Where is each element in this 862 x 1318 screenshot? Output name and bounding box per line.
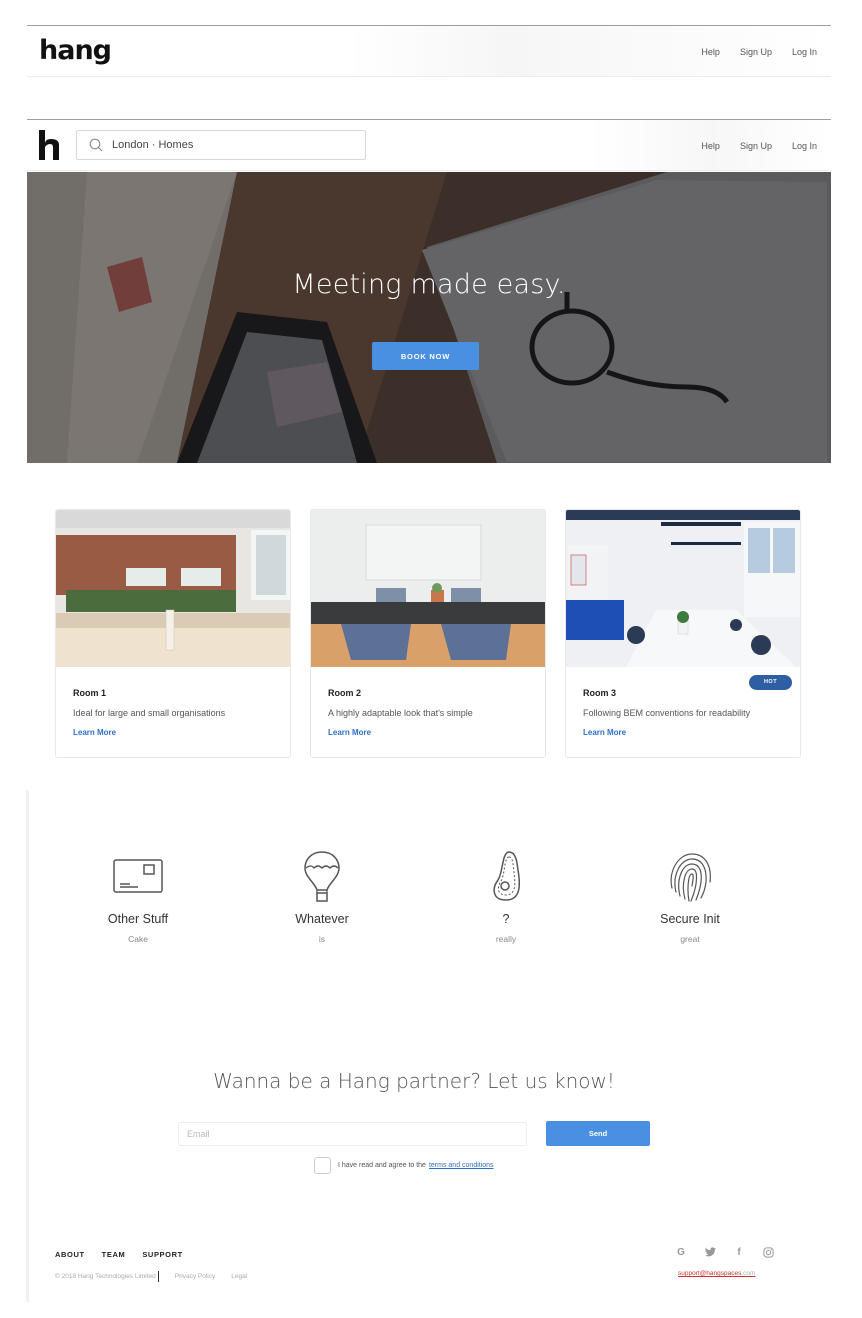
room-description: A highly adaptable look that's simple bbox=[328, 708, 473, 718]
feature-subtitle: is bbox=[318, 934, 326, 944]
book-now-button[interactable]: BOOK NOW bbox=[372, 342, 479, 370]
legal-link[interactable]: Legal bbox=[231, 1273, 247, 1280]
feature-title: Whatever bbox=[295, 912, 349, 926]
search-box[interactable] bbox=[76, 130, 366, 160]
hero-banner: Meeting made easy. BOOK NOW bbox=[27, 172, 831, 463]
hang-logo-mark[interactable] bbox=[39, 130, 61, 160]
footer-team-link[interactable]: TEAM bbox=[102, 1250, 126, 1259]
feature-item: Other Stuff Cake bbox=[58, 848, 218, 944]
hero-title: Meeting made easy. bbox=[292, 269, 566, 300]
svg-text:hang: hang bbox=[39, 35, 111, 66]
room-title: Room 1 bbox=[73, 688, 107, 698]
send-button[interactable]: Send bbox=[546, 1121, 650, 1146]
help-link[interactable]: Help bbox=[701, 47, 720, 57]
login-link[interactable]: Log In bbox=[792, 141, 817, 151]
footer-nav: ABOUT TEAM SUPPORT bbox=[55, 1250, 183, 1259]
instagram-icon[interactable] bbox=[762, 1246, 774, 1258]
support-email-domain: .com bbox=[741, 1270, 756, 1277]
signup-link[interactable]: Sign Up bbox=[740, 141, 772, 151]
top-navbar: hang Help Sign Up Log In bbox=[27, 25, 831, 77]
hot-badge: HOT bbox=[749, 675, 792, 690]
support-email-link[interactable]: support@hangspaces.com bbox=[678, 1270, 755, 1277]
social-links: G f bbox=[675, 1246, 774, 1258]
google-icon[interactable]: G bbox=[675, 1246, 687, 1258]
feature-subtitle: great bbox=[680, 934, 700, 944]
terms-text: I have read and agree to the bbox=[338, 1162, 426, 1169]
learn-more-link[interactable]: Learn More bbox=[583, 728, 626, 737]
hang-logo[interactable]: hang bbox=[39, 35, 119, 71]
room-title: Room 2 bbox=[328, 688, 362, 698]
facebook-icon[interactable]: f bbox=[733, 1246, 745, 1258]
privacy-link[interactable]: Privacy Policy bbox=[175, 1273, 215, 1280]
terms-link[interactable]: terms and conditions bbox=[429, 1162, 494, 1169]
footer-about-link[interactable]: ABOUT bbox=[55, 1250, 85, 1259]
feature-subtitle: Cake bbox=[128, 934, 148, 944]
footer-support-link[interactable]: SUPPORT bbox=[142, 1250, 182, 1259]
partner-heading: Wanna be a Hang partner? Let us know! bbox=[213, 1069, 615, 1093]
learn-more-link[interactable]: Learn More bbox=[328, 728, 371, 737]
feature-item: Whatever is bbox=[242, 848, 402, 944]
room-title: Room 3 bbox=[583, 688, 617, 698]
twitter-icon[interactable] bbox=[704, 1246, 716, 1258]
search-input[interactable] bbox=[112, 139, 342, 151]
room-card[interactable]: Room 2 A highly adaptable look that's si… bbox=[310, 509, 546, 758]
avocado-icon bbox=[493, 851, 521, 901]
search-nav-links: Help Sign Up Log In bbox=[701, 120, 817, 172]
feature-title: ? bbox=[502, 912, 510, 926]
room-1-photo bbox=[56, 510, 290, 667]
feature-subtitle: really bbox=[495, 934, 517, 944]
partner-email-input[interactable] bbox=[178, 1122, 527, 1146]
room-description: Ideal for large and small organisations bbox=[73, 708, 226, 718]
text-cursor bbox=[157, 1271, 159, 1282]
room-2-photo bbox=[311, 510, 545, 667]
search-navbar: Help Sign Up Log In bbox=[27, 119, 831, 171]
feature-title: Other Stuff bbox=[107, 912, 169, 926]
top-nav-links: Help Sign Up Log In bbox=[701, 26, 817, 78]
signup-link[interactable]: Sign Up bbox=[740, 47, 772, 57]
copyright-text: © 2018 Hang Technologies Limited bbox=[55, 1273, 156, 1280]
room-description: Following BEM conventions for readabilit… bbox=[583, 708, 751, 718]
feature-item: ? really bbox=[426, 848, 586, 944]
room-card[interactable]: Room 1 Ideal for large and small organis… bbox=[55, 509, 291, 758]
footer-legal: © 2018 Hang Technologies Limited Privacy… bbox=[55, 1271, 247, 1282]
left-stripe bbox=[26, 790, 29, 1302]
help-link[interactable]: Help bbox=[701, 141, 720, 151]
room-3-photo bbox=[566, 510, 800, 667]
login-link[interactable]: Log In bbox=[792, 47, 817, 57]
card-icon bbox=[113, 859, 163, 893]
feature-title: Secure Init bbox=[660, 912, 720, 926]
fingerprint-icon bbox=[670, 853, 711, 902]
hero-background-image bbox=[27, 172, 831, 463]
learn-more-link[interactable]: Learn More bbox=[73, 728, 116, 737]
hot-air-balloon-icon bbox=[304, 851, 340, 902]
support-email-user: support@hangspaces bbox=[678, 1270, 742, 1277]
terms-checkbox[interactable] bbox=[314, 1157, 331, 1174]
terms-agreement: I have read and agree to the terms and c… bbox=[314, 1157, 494, 1174]
room-card[interactable]: HOT Room 3 Following BEM conventions for… bbox=[565, 509, 801, 758]
feature-item: Secure Init great bbox=[610, 848, 770, 944]
search-icon bbox=[89, 138, 103, 152]
